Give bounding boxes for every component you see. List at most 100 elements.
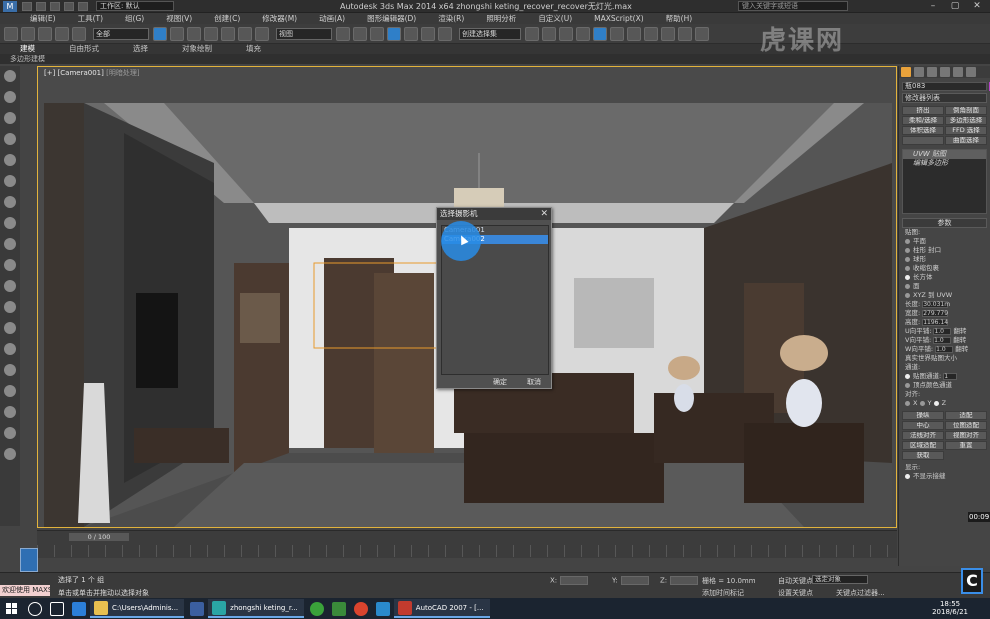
u-tile-input[interactable]: 1.0 (933, 327, 952, 335)
graphite-tools-icon[interactable] (576, 26, 590, 41)
utilities-tab-icon[interactable] (966, 67, 976, 77)
ribbon-tab-selection[interactable]: 选择 (133, 44, 148, 54)
radio-icon[interactable] (905, 247, 910, 253)
modifier-list-dropdown[interactable]: 修改器列表 (902, 93, 987, 103)
cone-primitive-icon[interactable] (4, 259, 16, 271)
menu-graph-editors[interactable]: 图形编辑器(D) (367, 13, 416, 24)
add-time-tag[interactable]: 添加时间标记 (702, 588, 744, 598)
align-icon[interactable] (542, 26, 556, 41)
mirror-icon[interactable] (525, 26, 539, 41)
store-icon[interactable] (190, 601, 205, 616)
select-by-name-icon[interactable] (170, 26, 184, 41)
w-flip-checkbox[interactable]: 翻转 (955, 345, 968, 353)
create-shapes-icon[interactable] (4, 91, 16, 103)
modify-tab-icon[interactable] (914, 67, 924, 77)
menu-help[interactable]: 帮助(H) (666, 13, 693, 24)
mapping-option-box[interactable]: 长方体 (899, 273, 990, 282)
radio-icon[interactable] (905, 283, 910, 289)
bitmap-fit-button[interactable]: 位图适配 (945, 421, 987, 430)
scale-icon[interactable] (255, 26, 269, 41)
radio-icon[interactable] (905, 265, 910, 271)
ribbon-tab-object-paint[interactable]: 对象绘制 (182, 44, 212, 54)
radio-icon[interactable] (905, 238, 910, 244)
v-tile-input[interactable]: 1.0 (933, 336, 952, 344)
radio-icon[interactable] (919, 400, 925, 406)
material-editor-icon[interactable] (627, 26, 641, 41)
display-option-row[interactable]: 不显示接缝 (899, 472, 990, 481)
length-input[interactable]: 30.031m (922, 300, 950, 308)
mapping-option-shrink-wrap[interactable]: 收缩包裹 (899, 264, 990, 273)
system-clock[interactable]: 18:55 2018/6/21 (932, 600, 968, 616)
torus-primitive-icon[interactable] (4, 217, 16, 229)
center-button[interactable]: 中心 (902, 421, 944, 430)
cortana-search-icon[interactable] (28, 601, 42, 616)
link-icon[interactable] (38, 26, 52, 41)
taskbar-app-autocad[interactable]: AutoCAD 2007 - [... (393, 599, 490, 618)
minimize-icon[interactable]: – (922, 0, 944, 12)
ribbon-tab-populate[interactable]: 填充 (246, 44, 261, 54)
time-slider[interactable]: 0 / 100 (69, 533, 129, 541)
menu-lighting-analysis[interactable]: 照明分析 (486, 13, 516, 24)
mapping-option-xyz-uvw[interactable]: XYZ 到 UVW (899, 291, 990, 300)
dialog-cancel-button[interactable]: 取消 (519, 378, 549, 387)
width-input[interactable]: 279.779 (922, 309, 949, 317)
undo-icon[interactable] (64, 1, 74, 11)
open-file-icon[interactable] (36, 1, 46, 11)
radio-selected-icon[interactable] (905, 373, 910, 379)
dialog-title-bar[interactable]: 选择摄影机 ✕ (437, 208, 551, 220)
tube-primitive-icon[interactable] (4, 301, 16, 313)
spinner-snap-icon[interactable] (438, 26, 452, 41)
plane-primitive-icon[interactable] (4, 343, 16, 355)
task-view-icon[interactable] (50, 601, 64, 616)
snap-toggle-icon[interactable] (387, 26, 401, 41)
menu-create[interactable]: 创建(C) (214, 13, 240, 24)
radio-selected-icon[interactable] (905, 473, 910, 479)
pyramid-primitive-icon[interactable] (4, 322, 16, 334)
curve-editor-icon[interactable] (593, 26, 607, 41)
menu-views[interactable]: 视图(V) (166, 13, 192, 24)
maximize-icon[interactable]: ▢ (944, 0, 966, 12)
normal-align-button[interactable]: 法线对齐 (902, 431, 944, 440)
helper-icon[interactable] (4, 406, 16, 418)
radio-icon[interactable] (905, 400, 910, 406)
workspace-dropdown[interactable]: 工作区: 默认 (96, 1, 174, 11)
move-icon[interactable] (221, 26, 235, 41)
viewport-label[interactable]: [+] [Camera001] [明暗处理] (44, 68, 140, 78)
x-input[interactable] (560, 576, 589, 585)
windows-start-icon[interactable] (0, 598, 24, 619)
hierarchy-tab-icon[interactable] (927, 67, 937, 77)
volume-select-button[interactable]: 体积选择 (902, 126, 944, 135)
ribbon-tab-freeform[interactable]: 自由形式 (69, 44, 99, 54)
menu-customize[interactable]: 自定义(U) (538, 13, 572, 24)
empty-modifier-button[interactable] (902, 136, 944, 145)
key-selection-dropdown[interactable]: 选定对象 (812, 575, 868, 584)
save-file-icon[interactable] (50, 1, 60, 11)
display-tab-icon[interactable] (953, 67, 963, 77)
acquire-button[interactable]: 获取 (902, 451, 944, 460)
menu-maxscript[interactable]: MAXScript(X) (594, 13, 643, 24)
w-tile-input[interactable]: 1.0 (935, 345, 954, 353)
camera-icon[interactable] (4, 385, 16, 397)
set-key-button[interactable]: 设置关键点 (778, 588, 813, 598)
manipulate-icon[interactable] (353, 26, 367, 41)
app-icon[interactable] (331, 601, 346, 616)
radio-selected-icon[interactable] (933, 400, 939, 406)
reset-button[interactable]: 重置 (945, 441, 987, 450)
radio-icon[interactable] (905, 256, 910, 262)
viewport-shading-label[interactable]: [明暗处理] (106, 69, 139, 77)
geosphere-primitive-icon[interactable] (4, 280, 16, 292)
height-input[interactable]: 1196.14 (922, 318, 949, 326)
app-logo-icon[interactable]: M (3, 0, 17, 12)
viewport-camera-label[interactable]: [+] [Camera001] (44, 69, 104, 77)
soft-select-button[interactable]: 柔和/选择 (902, 116, 944, 125)
object-name-field[interactable]: 瓶083 (902, 82, 990, 91)
edge-browser-icon[interactable] (72, 601, 86, 616)
modifier-stack[interactable]: UVW 贴图 编辑多边形 (902, 149, 987, 214)
render-teapot-icon[interactable] (695, 26, 709, 41)
mapping-option-planar[interactable]: 平面 (899, 237, 990, 246)
taskbar-app-3dsmax[interactable]: zhongshi keting_r... (208, 599, 304, 618)
surface-select-button[interactable]: 曲面选择 (945, 136, 987, 145)
menu-rendering[interactable]: 渲染(R) (438, 13, 464, 24)
menu-modifiers[interactable]: 修改器(M) (262, 13, 297, 24)
dialog-close-icon[interactable]: ✕ (540, 208, 548, 220)
